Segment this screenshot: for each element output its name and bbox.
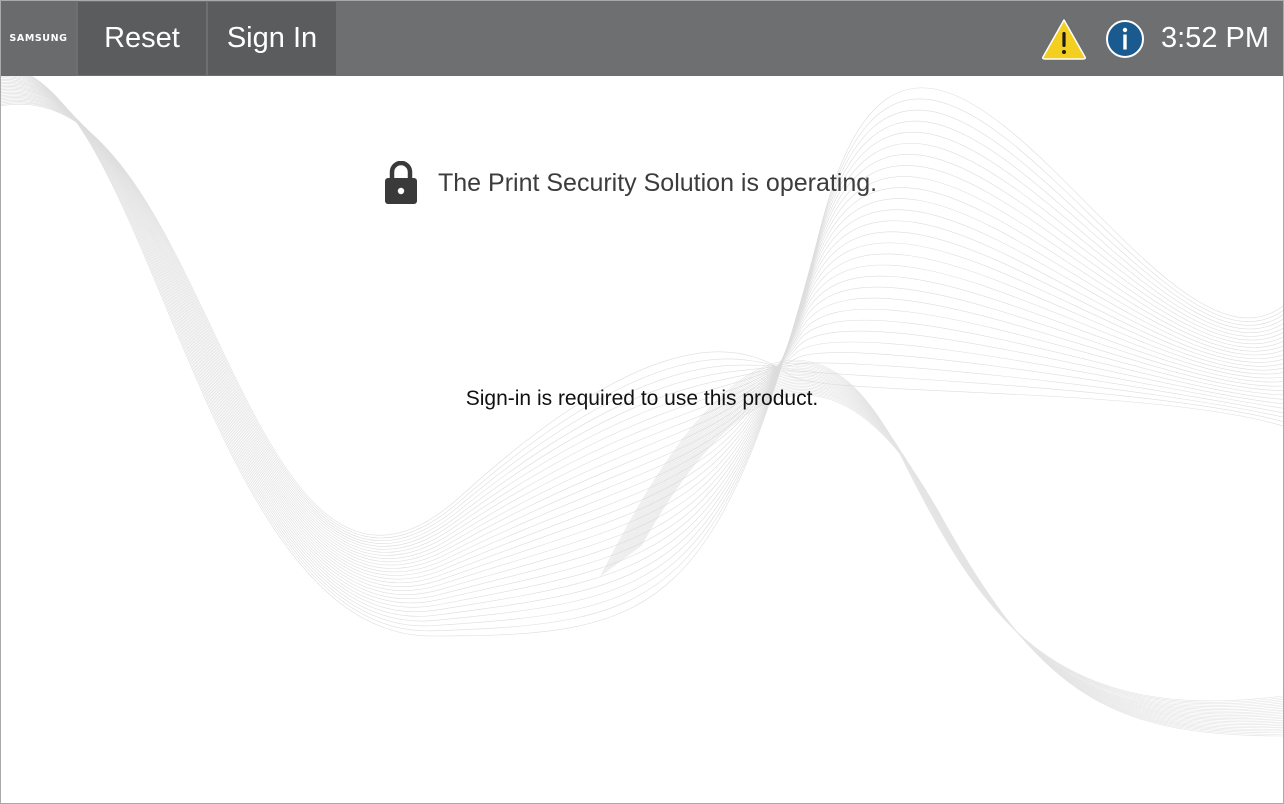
top-bar-spacer xyxy=(336,1,1041,76)
security-message: The Print Security Solution is operating… xyxy=(438,168,878,197)
info-icon[interactable] xyxy=(1105,19,1145,59)
screen: SAMSUNG Reset Sign In 3:52 PM The Print … xyxy=(0,0,1284,804)
samsung-logo: SAMSUNG xyxy=(1,1,76,76)
reset-button[interactable]: Reset xyxy=(76,2,206,75)
sign-in-required-message: Sign-in is required to use this product. xyxy=(465,387,819,410)
top-bar: SAMSUNG Reset Sign In 3:52 PM xyxy=(1,1,1283,76)
clock-time: 3:52 PM xyxy=(1161,22,1269,54)
security-status: The Print Security Solution is operating… xyxy=(384,161,877,205)
warning-icon[interactable] xyxy=(1041,18,1087,60)
status-area: 3:52 PM xyxy=(1041,1,1283,76)
sign-in-button[interactable]: Sign In xyxy=(206,2,336,75)
lock-icon xyxy=(385,161,417,204)
